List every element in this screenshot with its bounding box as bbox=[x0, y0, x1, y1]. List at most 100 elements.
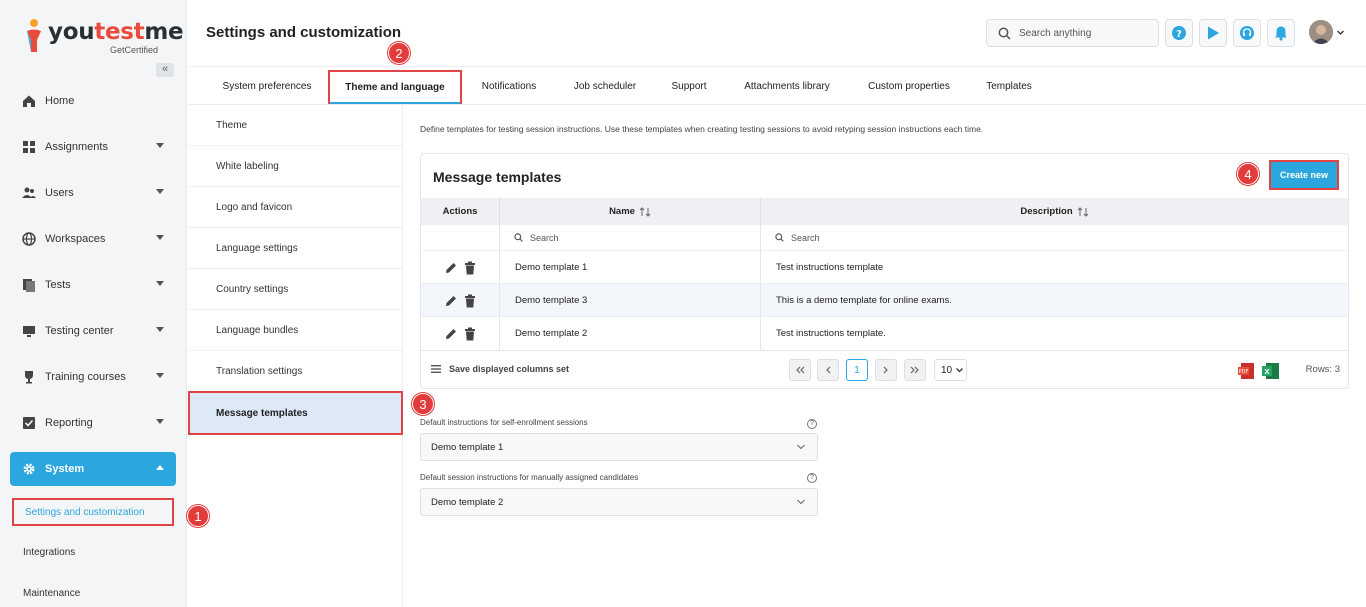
svg-text:X: X bbox=[1264, 368, 1270, 376]
table-row[interactable]: Demo template 2 Test instructions templa… bbox=[421, 316, 1348, 350]
self-enrollment-select[interactable]: Demo template 1 bbox=[420, 433, 818, 461]
sidebar-item-home[interactable]: Home bbox=[10, 84, 176, 118]
pdf-export-icon[interactable]: PDF bbox=[1238, 362, 1256, 380]
column-header-description[interactable]: Description bbox=[761, 198, 1348, 225]
save-columns-button[interactable]: Save displayed columns set bbox=[431, 364, 569, 374]
column-header-name[interactable]: Name bbox=[500, 198, 761, 225]
settings-submenu: Theme White labeling Logo and favicon La… bbox=[188, 105, 403, 607]
trash-icon[interactable] bbox=[464, 327, 476, 341]
sidebar-item-assignments[interactable]: Assignments bbox=[10, 130, 176, 164]
submenu-item-logo-and-favicon[interactable]: Logo and favicon bbox=[188, 187, 403, 228]
edit-icon[interactable] bbox=[444, 294, 458, 308]
sidebar-subitem-integrations[interactable]: Integrations bbox=[12, 538, 174, 566]
app-root: youtestme GetCertified « Home Assignment… bbox=[0, 0, 1366, 607]
step-badge-4: 4 bbox=[1237, 163, 1259, 185]
select-value: Demo template 1 bbox=[431, 441, 504, 453]
next-page-button[interactable] bbox=[875, 359, 897, 381]
save-columns-label: Save displayed columns set bbox=[449, 364, 570, 374]
collapse-sidebar-icon[interactable]: « bbox=[156, 63, 174, 77]
sidebar-item-workspaces[interactable]: Workspaces bbox=[10, 222, 176, 256]
search-icon bbox=[998, 27, 1011, 40]
sort-icon[interactable] bbox=[639, 206, 651, 217]
self-enrollment-label: Default instructions for self-enrollment… bbox=[420, 418, 588, 427]
sidebar-item-training-courses[interactable]: Training courses bbox=[10, 360, 176, 394]
search-icon bbox=[775, 233, 784, 242]
play-button[interactable] bbox=[1199, 19, 1227, 47]
current-page[interactable]: 1 bbox=[846, 359, 868, 381]
sidebar-item-label: Reporting bbox=[45, 417, 93, 429]
tab-attachments-library[interactable]: Attachments library bbox=[731, 67, 843, 105]
sort-icon[interactable] bbox=[1077, 206, 1089, 217]
help-icon[interactable]: ? bbox=[807, 473, 817, 483]
table-row[interactable]: Demo template 3 This is a demo template … bbox=[421, 283, 1348, 317]
help-icon[interactable]: ? bbox=[807, 419, 817, 429]
global-search-input[interactable]: Search anything bbox=[986, 19, 1159, 47]
last-page-button[interactable] bbox=[904, 359, 926, 381]
sidebar-item-reporting[interactable]: Reporting bbox=[10, 406, 176, 440]
notifications-button[interactable] bbox=[1267, 19, 1295, 47]
table-row[interactable]: Demo template 1 Test instructions templa… bbox=[421, 250, 1348, 284]
manual-assignment-select[interactable]: Demo template 2 bbox=[420, 488, 818, 516]
message-templates-panel: Message templates Create new Actions Nam… bbox=[420, 153, 1349, 389]
sidebar: youtestme GetCertified « Home Assignment… bbox=[0, 0, 187, 607]
edit-icon[interactable] bbox=[444, 261, 458, 275]
logo[interactable]: youtestme GetCertified bbox=[24, 16, 184, 56]
sidebar-item-testing-center[interactable]: Testing center bbox=[10, 314, 176, 348]
bell-icon bbox=[1275, 26, 1287, 41]
tab-support[interactable]: Support bbox=[662, 67, 716, 105]
submenu-item-language-settings[interactable]: Language settings bbox=[188, 228, 403, 269]
settings-tabs: System preferences Theme and language No… bbox=[188, 66, 1366, 105]
row-actions bbox=[421, 284, 500, 317]
sidebar-item-label: Home bbox=[45, 95, 75, 107]
sidebar-item-label: Testing center bbox=[45, 325, 114, 337]
column-label: Name bbox=[609, 206, 635, 217]
avatar[interactable] bbox=[1309, 20, 1333, 44]
description-filter-input[interactable]: Search bbox=[761, 225, 1348, 250]
logo-text: youtestme bbox=[48, 19, 184, 45]
sidebar-subitem-settings-and-customization[interactable]: Settings and customization bbox=[12, 498, 174, 526]
help-button[interactable]: ? bbox=[1165, 19, 1193, 47]
headset-icon bbox=[1240, 26, 1254, 40]
tab-notifications[interactable]: Notifications bbox=[470, 67, 548, 105]
support-button[interactable] bbox=[1233, 19, 1261, 47]
tests-icon bbox=[23, 279, 35, 292]
submenu-item-country-settings[interactable]: Country settings bbox=[188, 269, 403, 310]
submenu-item-translation-settings[interactable]: Translation settings bbox=[188, 351, 403, 392]
row-actions bbox=[421, 251, 500, 284]
sidebar-item-system[interactable]: System bbox=[10, 452, 176, 486]
submenu-item-white-labeling[interactable]: White labeling bbox=[188, 146, 403, 187]
first-page-button[interactable] bbox=[789, 359, 811, 381]
trash-icon[interactable] bbox=[464, 294, 476, 308]
table-header: Actions Name Description bbox=[421, 198, 1348, 225]
prev-page-button[interactable] bbox=[817, 359, 839, 381]
chevron-down-icon[interactable] bbox=[1337, 29, 1344, 36]
row-name: Demo template 3 bbox=[500, 284, 761, 317]
name-filter-input[interactable]: Search bbox=[500, 225, 761, 250]
row-actions bbox=[421, 317, 500, 350]
submenu-item-language-bundles[interactable]: Language bundles bbox=[188, 310, 403, 351]
chevron-down-icon bbox=[156, 235, 164, 240]
page-size-select[interactable]: 10 bbox=[934, 359, 967, 381]
sidebar-item-users[interactable]: Users bbox=[10, 176, 176, 210]
monitor-icon bbox=[23, 326, 35, 337]
double-chevron-right-icon bbox=[910, 366, 919, 374]
column-label: Description bbox=[1020, 206, 1073, 217]
tab-job-scheduler[interactable]: Job scheduler bbox=[562, 67, 648, 105]
tab-theme-and-language[interactable]: Theme and language bbox=[328, 70, 462, 104]
sidebar-subitem-maintenance[interactable]: Maintenance bbox=[12, 579, 174, 607]
sidebar-item-tests[interactable]: Tests bbox=[10, 268, 176, 302]
chevron-left-icon bbox=[826, 366, 831, 374]
tab-custom-properties[interactable]: Custom properties bbox=[857, 67, 961, 105]
top-header: Settings and customization Search anythi… bbox=[188, 0, 1366, 66]
submenu-item-theme[interactable]: Theme bbox=[188, 105, 403, 146]
excel-export-icon[interactable]: X bbox=[1262, 362, 1280, 380]
trash-icon[interactable] bbox=[464, 261, 476, 275]
edit-icon[interactable] bbox=[444, 327, 458, 341]
submenu-item-message-templates[interactable]: Message templates bbox=[188, 391, 403, 435]
logo-subtitle: GetCertified bbox=[110, 45, 159, 55]
manual-assignment-label: Default session instructions for manuall… bbox=[420, 473, 639, 482]
chevron-down-icon bbox=[956, 367, 964, 372]
tab-system-preferences[interactable]: System preferences bbox=[208, 67, 326, 105]
create-new-button[interactable]: Create new bbox=[1269, 160, 1339, 190]
tab-templates[interactable]: Templates bbox=[976, 67, 1042, 105]
